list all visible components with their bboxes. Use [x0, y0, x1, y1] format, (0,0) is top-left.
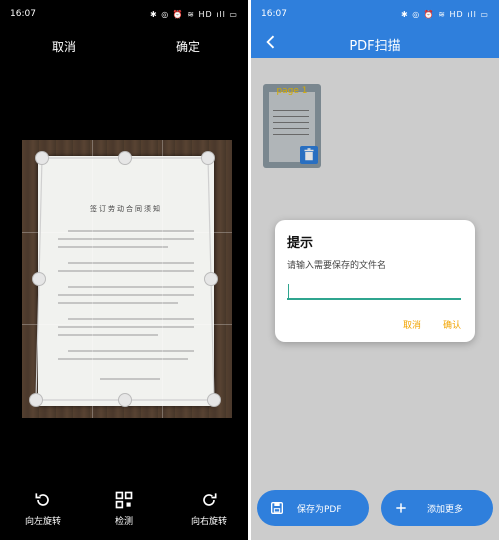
status-icons: ✱ ◎ ⏰ ≋ HD ıll ▭: [149, 9, 238, 19]
text-line: [58, 326, 194, 328]
text-line: [68, 318, 194, 320]
bottom-toolbar: 向左旋转 检测 向右旋转: [0, 490, 248, 532]
document-paper: 签订劳动合同须知: [38, 156, 214, 406]
detect-icon: [115, 491, 133, 509]
crop-handle-bottom-right[interactable]: [207, 393, 221, 407]
signature-line: [100, 378, 160, 380]
text-line: [68, 350, 194, 352]
save-as-pdf-label: 保存为PDF: [297, 505, 342, 515]
text-caret: [288, 284, 289, 298]
rotate-left-button[interactable]: 向左旋转: [20, 490, 66, 527]
save-as-pdf-button[interactable]: 保存为PDF: [257, 490, 369, 526]
document-title: 签订劳动合同须知: [90, 205, 162, 213]
detect-button[interactable]: 检测: [106, 490, 142, 527]
dialog-confirm-button[interactable]: 确认: [443, 318, 461, 331]
app-bar: PDF扫描: [251, 28, 499, 58]
dialog-message: 请输入需要保存的文件名: [287, 261, 387, 271]
status-time: 16:07: [261, 9, 287, 19]
text-line: [58, 270, 194, 272]
crop-screen: 16:07 ✱ ◎ ⏰ ≋ HD ıll ▭ 取消 确定 签订劳动合同须知 向左…: [0, 0, 248, 540]
crop-handle-top-left[interactable]: [35, 151, 49, 165]
crop-grid-line: [22, 324, 232, 325]
crop-grid-line: [162, 140, 163, 418]
text-line: [58, 302, 178, 304]
add-more-label: 添加更多: [427, 505, 464, 515]
text-line: [58, 334, 158, 336]
crop-grid-line: [22, 232, 232, 233]
crop-handle-bottom[interactable]: [118, 393, 132, 407]
save-filename-dialog: 提示 请输入需要保存的文件名 取消 确认: [275, 220, 475, 342]
rotate-left-label: 向左旋转: [24, 517, 61, 527]
status-bar: 16:07 ✱ ◎ ⏰ ≋ HD ıll ▭: [0, 0, 248, 28]
status-time: 16:07: [10, 9, 36, 19]
plus-icon: [396, 503, 406, 513]
pdf-scan-screen: 16:07 ✱ ◎ ⏰ ≋ HD ıll ▭ PDF扫描 page 1 提示 请…: [251, 0, 499, 540]
status-bar: 16:07 ✱ ◎ ⏰ ≋ HD ıll ▭: [251, 0, 499, 28]
confirm-button[interactable]: 确定: [176, 38, 200, 55]
add-more-button[interactable]: 添加更多: [381, 490, 493, 526]
crop-grid-line: [92, 140, 93, 418]
page-title: PDF扫描: [349, 39, 401, 54]
rotate-right-icon: [203, 493, 217, 506]
filename-input[interactable]: [287, 282, 461, 300]
rotate-right-button[interactable]: 向右旋转: [186, 490, 232, 527]
detect-label: 检测: [114, 517, 133, 527]
crop-handle-right[interactable]: [204, 272, 218, 286]
status-icons: ✱ ◎ ⏰ ≋ HD ıll ▭: [400, 9, 489, 19]
dialog-title: 提示: [287, 236, 314, 251]
text-line: [58, 246, 168, 248]
text-line: [58, 294, 194, 296]
rotate-left-icon: [35, 493, 49, 506]
crop-handle-left[interactable]: [32, 272, 46, 286]
crop-handle-bottom-left[interactable]: [29, 393, 43, 407]
text-line: [68, 262, 194, 264]
text-line: [58, 238, 194, 240]
dialog-cancel-button[interactable]: 取消: [403, 318, 421, 331]
crop-handle-top-right[interactable]: [201, 151, 215, 165]
cancel-button[interactable]: 取消: [52, 38, 76, 55]
crop-handle-top[interactable]: [118, 151, 132, 165]
rotate-right-label: 向右旋转: [190, 517, 227, 527]
text-line: [58, 358, 188, 360]
save-icon: [271, 502, 283, 514]
text-line: [68, 286, 194, 288]
document-photo: 签订劳动合同须知: [22, 140, 232, 418]
